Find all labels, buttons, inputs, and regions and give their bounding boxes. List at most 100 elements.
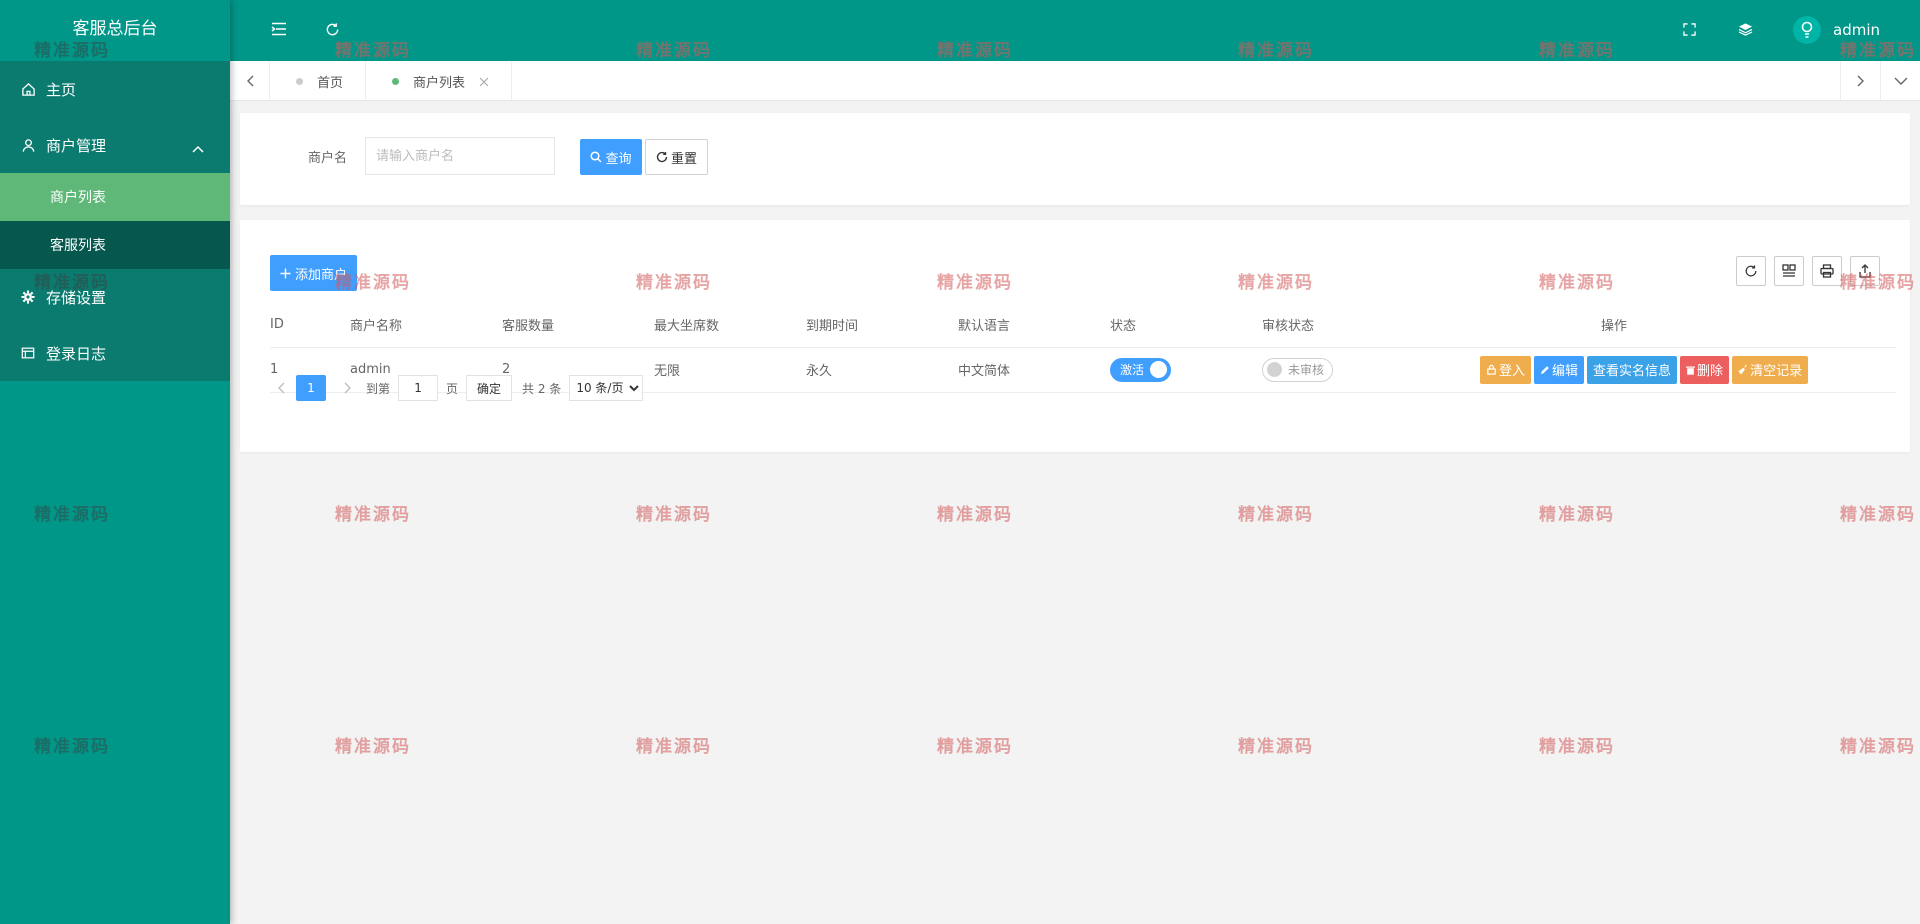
sidebar-item-storage-settings[interactable]: 存储设置 bbox=[0, 269, 230, 325]
watermark-text: 精准源码 bbox=[636, 737, 712, 757]
clear-records-label: 清空记录 bbox=[1750, 364, 1803, 379]
table-header-row: ID 商户名称 客服数量 最大坐席数 到期时间 默认语言 状态 审核状态 操作 bbox=[270, 303, 1896, 348]
add-merchant-label: 添加商户 bbox=[295, 267, 348, 283]
login-as-button[interactable]: 登入 bbox=[1480, 355, 1532, 384]
close-icon[interactable] bbox=[479, 76, 489, 87]
print-button[interactable] bbox=[1812, 256, 1842, 286]
clear-records-button[interactable]: 清空记录 bbox=[1732, 355, 1809, 384]
status-toggle[interactable]: 激活 bbox=[1110, 357, 1172, 382]
column-filter-button[interactable] bbox=[1774, 256, 1804, 286]
tab-merchant-list[interactable]: 商户列表 bbox=[366, 61, 513, 101]
goto-confirm-button[interactable]: 确定 bbox=[466, 375, 513, 401]
column-header[interactable]: 商户名称 bbox=[350, 303, 502, 348]
query-button[interactable]: 查询 bbox=[580, 139, 642, 175]
log-icon bbox=[20, 345, 36, 361]
column-header[interactable]: 默认语言 bbox=[958, 303, 1110, 348]
tab-label: 首页 bbox=[317, 75, 344, 91]
export-icon bbox=[1859, 264, 1871, 278]
watermark-text: 精准源码 bbox=[335, 737, 411, 757]
sidebar-subitem-label: 商户列表 bbox=[50, 190, 106, 206]
sidebar-subitem-label: 客服列表 bbox=[50, 238, 106, 254]
watermark-text: 精准源码 bbox=[335, 505, 411, 525]
tabs-list: 首页 商户列表 bbox=[270, 61, 513, 101]
cell-actions: 登入 编辑 查看实名信息 删除 清空记录 bbox=[1462, 347, 1896, 393]
sidebar-item-merchant-list[interactable]: 商户列表 bbox=[0, 173, 230, 221]
page-number-current[interactable]: 1 bbox=[296, 375, 326, 401]
goto-page-input[interactable] bbox=[398, 375, 439, 401]
sidebar-item-merchant-management[interactable]: 商户管理 bbox=[0, 117, 230, 173]
home-icon bbox=[20, 81, 36, 97]
view-realname-button[interactable]: 查看实名信息 bbox=[1587, 355, 1678, 384]
user-menu[interactable]: admin bbox=[1793, 16, 1880, 44]
next-page-button[interactable] bbox=[336, 375, 358, 401]
refresh-icon bbox=[1745, 265, 1757, 277]
delete-button[interactable]: 删除 bbox=[1680, 355, 1730, 384]
tab-home[interactable]: 首页 bbox=[270, 61, 367, 101]
broom-icon bbox=[1738, 364, 1747, 375]
reset-button[interactable]: 重置 bbox=[645, 139, 708, 175]
sidebar-item-cs-list[interactable]: 客服列表 bbox=[0, 221, 230, 269]
tabs-menu-button[interactable] bbox=[1880, 61, 1920, 101]
goto-label: 到第 bbox=[366, 381, 391, 396]
sidebar-item-label: 存储设置 bbox=[46, 288, 107, 307]
tabs-bar: 首页 商户列表 bbox=[230, 61, 1920, 101]
username: admin bbox=[1833, 21, 1880, 39]
merchant-name-label: 商户名 bbox=[308, 151, 348, 166]
table-panel: 添加商户 ID 商户名称 客服数量 最大坐席数 到期时间 默认语言 状态 审核状… bbox=[240, 220, 1910, 452]
table-refresh-button[interactable] bbox=[1736, 256, 1766, 286]
audit-toggle[interactable]: 未审核 bbox=[1262, 357, 1334, 382]
page-size-select[interactable]: 10 条/页 bbox=[569, 375, 644, 401]
watermark-text: 精准源码 bbox=[1840, 737, 1916, 757]
sidebar-item-label: 商户管理 bbox=[46, 136, 107, 155]
fullscreen-icon[interactable] bbox=[1678, 18, 1700, 40]
cell-audit: 未审核 bbox=[1262, 347, 1462, 393]
add-merchant-button[interactable]: 添加商户 bbox=[270, 255, 358, 291]
cell-language: 中文简体 bbox=[958, 347, 1110, 393]
audit-toggle-label: 未审核 bbox=[1288, 363, 1325, 377]
trash-icon bbox=[1686, 366, 1696, 375]
toggle-knob bbox=[1267, 362, 1282, 377]
toggle-knob bbox=[1150, 361, 1168, 378]
sidebar-item-home[interactable]: 主页 bbox=[0, 61, 230, 117]
column-header[interactable]: 最大坐席数 bbox=[654, 303, 806, 348]
tabs-scroll-left-button[interactable] bbox=[230, 61, 270, 101]
watermark-text: 精准源码 bbox=[1840, 505, 1916, 525]
total-count: 共 2 条 bbox=[522, 381, 562, 396]
column-header[interactable]: 操作 bbox=[1462, 303, 1896, 348]
watermark-text: 精准源码 bbox=[937, 737, 1013, 757]
watermark-text: 精准源码 bbox=[937, 505, 1013, 525]
column-header[interactable]: 到期时间 bbox=[806, 303, 958, 348]
status-toggle-label: 激活 bbox=[1120, 363, 1145, 377]
layers-icon[interactable] bbox=[1734, 18, 1756, 40]
table-tools bbox=[1736, 256, 1880, 286]
menu-toggle-icon[interactable] bbox=[268, 18, 290, 40]
cell-expire: 永久 bbox=[806, 347, 958, 393]
print-icon bbox=[1820, 264, 1834, 278]
query-button-label: 查询 bbox=[605, 151, 632, 167]
sidebar-item-login-log[interactable]: 登录日志 bbox=[0, 325, 230, 381]
sidebar-submenu: 商户列表 客服列表 bbox=[0, 173, 230, 269]
export-button[interactable] bbox=[1850, 256, 1880, 286]
column-header[interactable]: 审核状态 bbox=[1262, 303, 1462, 348]
chevron-right-icon bbox=[344, 382, 351, 394]
lock-icon bbox=[1487, 364, 1496, 375]
watermark-text: 精准源码 bbox=[636, 505, 712, 525]
pagination: 1 到第 页 确定 共 2 条 10 条/页 bbox=[270, 374, 644, 402]
column-header[interactable]: 客服数量 bbox=[502, 303, 654, 348]
tab-status-dot bbox=[296, 77, 303, 85]
sidebar-item-label: 主页 bbox=[46, 80, 77, 99]
edit-button[interactable]: 编辑 bbox=[1534, 355, 1585, 384]
chevron-up-icon bbox=[192, 139, 204, 157]
view-realname-label: 查看实名信息 bbox=[1593, 364, 1672, 379]
prev-page-button[interactable] bbox=[270, 375, 292, 401]
watermark-text: 精准源码 bbox=[1238, 505, 1314, 525]
column-header[interactable]: ID bbox=[270, 303, 350, 348]
tabs-scroll-right-button[interactable] bbox=[1840, 61, 1880, 101]
edit-label: 编辑 bbox=[1552, 364, 1579, 379]
cell-status: 激活 bbox=[1110, 347, 1262, 393]
search-panel: 商户名 查询 重置 bbox=[240, 113, 1910, 205]
column-header[interactable]: 状态 bbox=[1110, 303, 1262, 348]
refresh-icon[interactable] bbox=[321, 18, 343, 40]
merchant-name-input[interactable] bbox=[365, 137, 555, 175]
tab-status-dot bbox=[392, 77, 400, 85]
